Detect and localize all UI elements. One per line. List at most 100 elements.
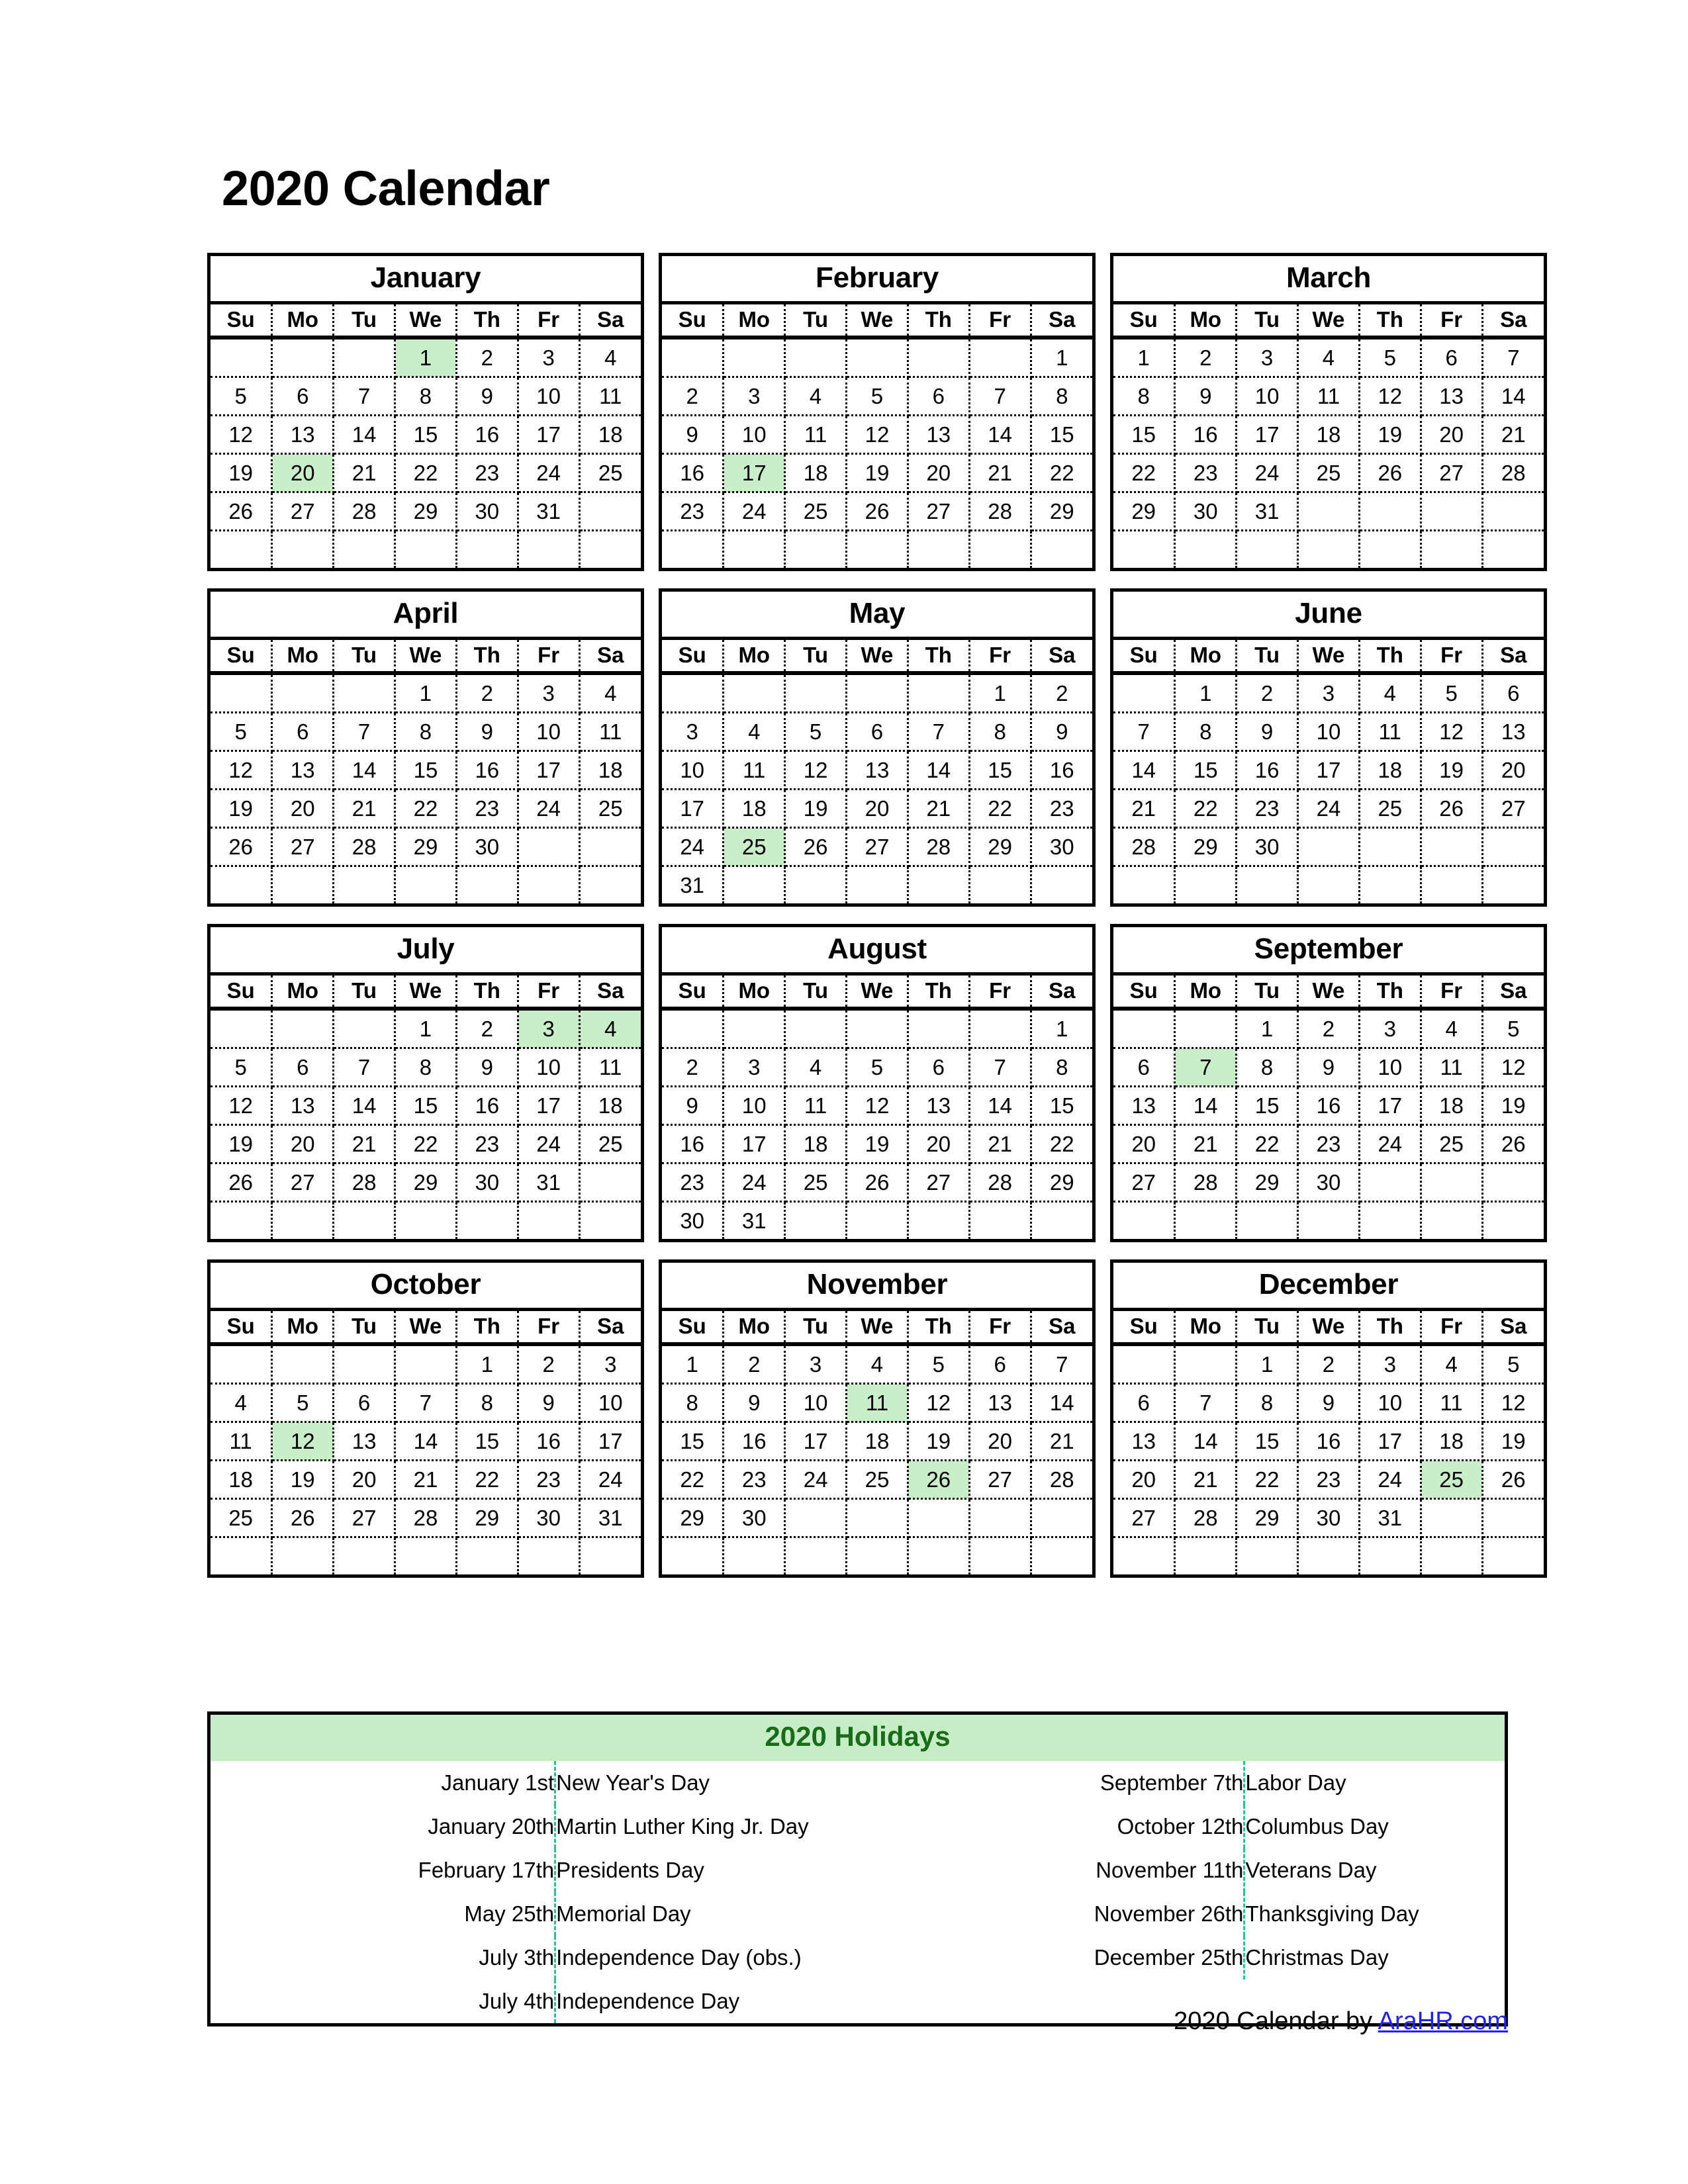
day-cell[interactable]: 16	[518, 1422, 581, 1461]
day-cell[interactable]: 28	[333, 1163, 397, 1203]
day-cell[interactable]: 5	[908, 1344, 970, 1385]
day-cell[interactable]: 21	[908, 789, 970, 829]
day-cell[interactable]: 19	[784, 789, 848, 829]
day-cell[interactable]: 2	[662, 377, 725, 416]
day-cell[interactable]: 25	[211, 1498, 273, 1538]
day-cell[interactable]: 12	[846, 415, 909, 455]
day-cell[interactable]: 10	[662, 751, 725, 790]
day-cell[interactable]: 25	[1297, 453, 1360, 493]
day-cell[interactable]: 16	[1297, 1422, 1360, 1461]
day-cell[interactable]: 25	[784, 1163, 848, 1203]
day-cell[interactable]: 2	[1297, 1009, 1360, 1049]
day-cell[interactable]: 26	[1482, 1124, 1544, 1164]
day-cell[interactable]: 29	[395, 492, 457, 531]
day-cell[interactable]: 15	[1113, 415, 1176, 455]
day-cell[interactable]: 9	[1174, 377, 1238, 416]
day-cell[interactable]: 11	[579, 712, 641, 752]
day-cell[interactable]: 2	[662, 1048, 725, 1087]
day-cell[interactable]: 28	[908, 827, 970, 867]
day-cell[interactable]: 19	[211, 789, 273, 829]
day-cell[interactable]: 8	[969, 712, 1032, 752]
day-cell[interactable]: 25	[579, 453, 641, 493]
day-cell[interactable]: 26	[846, 1163, 909, 1203]
day-cell[interactable]: 23	[456, 789, 519, 829]
day-cell[interactable]: 10	[518, 1048, 581, 1087]
day-cell[interactable]: 5	[1482, 1344, 1544, 1385]
day-cell[interactable]: 18	[1421, 1086, 1483, 1126]
day-cell[interactable]: 6	[846, 712, 909, 752]
day-cell[interactable]: 27	[969, 1460, 1032, 1500]
day-cell[interactable]: 20	[1113, 1460, 1176, 1500]
day-cell[interactable]: 10	[723, 415, 786, 455]
day-cell[interactable]: 22	[395, 1124, 457, 1164]
day-cell[interactable]: 31	[579, 1498, 641, 1538]
day-cell[interactable]: 11	[579, 377, 641, 416]
day-cell[interactable]: 17	[518, 415, 581, 455]
day-cell[interactable]: 15	[1236, 1422, 1299, 1461]
day-cell[interactable]: 16	[662, 1124, 725, 1164]
day-cell[interactable]: 7	[333, 712, 397, 752]
day-cell[interactable]: 17	[579, 1422, 641, 1461]
day-cell[interactable]: 19	[211, 453, 273, 493]
day-cell[interactable]: 4	[211, 1383, 273, 1423]
day-cell[interactable]: 30	[1297, 1163, 1360, 1203]
day-cell[interactable]: 19	[1482, 1086, 1544, 1126]
day-cell[interactable]: 18	[211, 1460, 273, 1500]
day-cell[interactable]: 2	[1174, 338, 1238, 378]
day-cell[interactable]: 26	[1482, 1460, 1544, 1500]
day-cell[interactable]: 28	[1031, 1460, 1092, 1500]
day-cell[interactable]: 15	[662, 1422, 725, 1461]
day-cell[interactable]: 2	[456, 338, 519, 378]
day-cell[interactable]: 14	[1174, 1422, 1238, 1461]
day-cell[interactable]: 12	[1421, 712, 1483, 752]
day-cell[interactable]: 23	[1031, 789, 1092, 829]
day-cell[interactable]: 6	[908, 1048, 970, 1087]
day-cell[interactable]: 24	[1359, 1124, 1422, 1164]
day-cell[interactable]: 27	[271, 1163, 335, 1203]
day-cell[interactable]: 9	[1236, 712, 1299, 752]
day-cell[interactable]: 10	[518, 377, 581, 416]
day-cell[interactable]: 3	[723, 377, 786, 416]
day-cell[interactable]: 20	[271, 1124, 335, 1164]
day-cell[interactable]: 9	[456, 712, 519, 752]
day-cell-holiday[interactable]: 1	[395, 338, 457, 378]
day-cell[interactable]: 5	[1421, 673, 1483, 713]
day-cell[interactable]: 21	[1174, 1124, 1238, 1164]
day-cell[interactable]: 31	[723, 1201, 786, 1239]
day-cell[interactable]: 14	[333, 1086, 397, 1126]
day-cell[interactable]: 7	[333, 1048, 397, 1087]
day-cell[interactable]: 23	[662, 1163, 725, 1203]
day-cell[interactable]: 15	[456, 1422, 519, 1461]
day-cell[interactable]: 1	[969, 673, 1032, 713]
day-cell[interactable]: 3	[1297, 673, 1360, 713]
day-cell[interactable]: 5	[211, 1048, 273, 1087]
day-cell[interactable]: 28	[1174, 1498, 1238, 1538]
day-cell[interactable]: 14	[333, 415, 397, 455]
day-cell[interactable]: 15	[1031, 415, 1092, 455]
day-cell[interactable]: 1	[1236, 1344, 1299, 1385]
day-cell[interactable]: 9	[723, 1383, 786, 1423]
day-cell[interactable]: 8	[1236, 1383, 1299, 1423]
footer-link[interactable]: AraHR.com	[1378, 2007, 1508, 2035]
day-cell[interactable]: 24	[518, 789, 581, 829]
day-cell[interactable]: 6	[271, 377, 335, 416]
day-cell-holiday[interactable]: 20	[271, 453, 335, 493]
day-cell[interactable]: 18	[723, 789, 786, 829]
day-cell[interactable]: 31	[518, 492, 581, 531]
day-cell[interactable]: 4	[579, 338, 641, 378]
day-cell[interactable]: 8	[395, 1048, 457, 1087]
day-cell[interactable]: 7	[1031, 1344, 1092, 1385]
day-cell[interactable]: 22	[1236, 1124, 1299, 1164]
day-cell[interactable]: 1	[1236, 1009, 1299, 1049]
day-cell[interactable]: 19	[846, 453, 909, 493]
day-cell[interactable]: 13	[1113, 1086, 1176, 1126]
day-cell[interactable]: 4	[1421, 1009, 1483, 1049]
day-cell[interactable]: 1	[456, 1344, 519, 1385]
day-cell[interactable]: 23	[1174, 453, 1238, 493]
day-cell[interactable]: 10	[723, 1086, 786, 1126]
day-cell[interactable]: 19	[211, 1124, 273, 1164]
day-cell[interactable]: 21	[1113, 789, 1176, 829]
day-cell[interactable]: 23	[456, 453, 519, 493]
day-cell[interactable]: 16	[456, 415, 519, 455]
day-cell[interactable]: 6	[333, 1383, 397, 1423]
